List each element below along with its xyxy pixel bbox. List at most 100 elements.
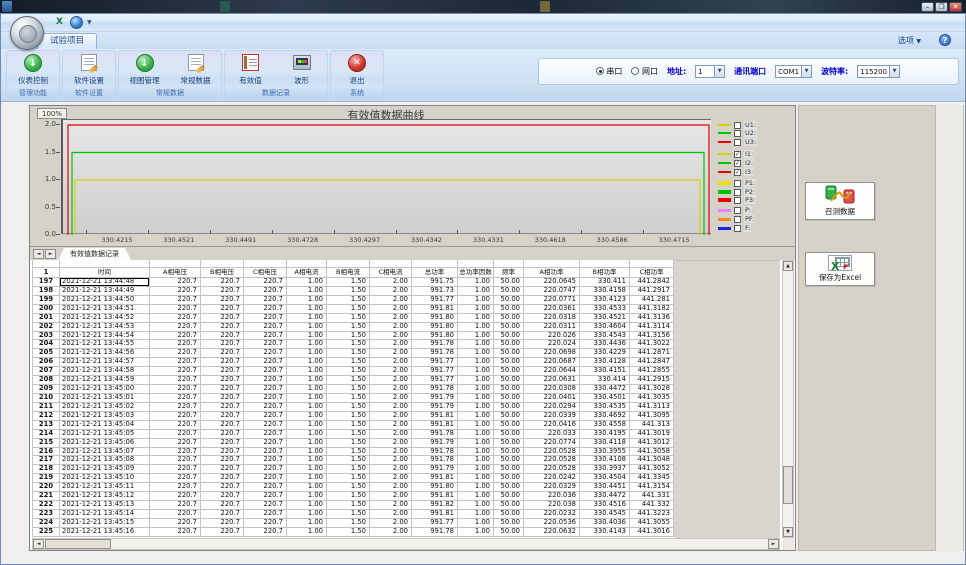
data-cell[interactable]: 2021-12-21 13:45:15 (60, 519, 150, 528)
row-number-cell[interactable]: 204 (32, 340, 60, 349)
data-cell[interactable]: 991.81 (412, 305, 458, 314)
data-cell[interactable]: 1.00 (287, 492, 327, 501)
hscroll-thumb[interactable] (45, 539, 111, 549)
data-cell[interactable]: 220.7 (244, 323, 287, 332)
row-number-cell[interactable]: 217 (32, 456, 60, 465)
data-cell[interactable]: 50.00 (494, 528, 524, 537)
data-cell[interactable]: 220.7 (244, 296, 287, 305)
data-cell[interactable]: 220.7 (201, 501, 244, 510)
data-cell[interactable]: 1.00 (287, 287, 327, 296)
data-cell[interactable]: 220.0747 (524, 287, 580, 296)
row-number-cell[interactable]: 212 (32, 412, 60, 421)
app-quick-icon[interactable] (70, 16, 83, 29)
data-cell[interactable]: 220.026 (524, 332, 580, 341)
row-number-cell[interactable]: 223 (32, 510, 60, 519)
data-cell[interactable]: 991.81 (412, 510, 458, 519)
data-cell[interactable]: 441.3156 (630, 332, 674, 341)
data-cell[interactable]: 441.2855 (630, 367, 674, 376)
data-cell[interactable]: 1.00 (458, 287, 494, 296)
data-cell[interactable]: 2.00 (370, 492, 412, 501)
data-cell[interactable]: 991.77 (412, 358, 458, 367)
data-cell[interactable]: 220.7 (244, 492, 287, 501)
data-cell[interactable]: 991.78 (412, 456, 458, 465)
data-cell[interactable]: 1.50 (327, 510, 370, 519)
data-cell[interactable]: 1.50 (327, 528, 370, 537)
row-number-cell[interactable]: 207 (32, 367, 60, 376)
data-cell[interactable]: 1.00 (458, 439, 494, 448)
data-cell[interactable]: 2.00 (370, 528, 412, 537)
data-cell[interactable]: 330.414 (580, 376, 630, 385)
data-cell[interactable]: 220.7 (244, 465, 287, 474)
data-cell[interactable]: 2.00 (370, 358, 412, 367)
data-cell[interactable]: 1.00 (458, 412, 494, 421)
data-cell[interactable]: 2.00 (370, 421, 412, 430)
data-cell[interactable]: 2021-12-21 13:45:14 (60, 510, 150, 519)
table-row[interactable]: 2012021-12-21 13:44:52220.7220.7220.71.0… (32, 314, 674, 323)
help-icon[interactable]: ? (939, 34, 951, 46)
data-cell[interactable]: 2.00 (370, 394, 412, 403)
data-cell[interactable]: 1.50 (327, 296, 370, 305)
data-cell[interactable]: 1.00 (458, 305, 494, 314)
data-cell[interactable]: 1.00 (458, 465, 494, 474)
data-cell[interactable]: 441.2915 (630, 376, 674, 385)
data-cell[interactable]: 1.00 (458, 394, 494, 403)
data-cell[interactable]: 50.00 (494, 296, 524, 305)
radio-serial-icon[interactable] (596, 67, 604, 75)
data-cell[interactable]: 991.73 (412, 287, 458, 296)
data-cell[interactable]: 441.331 (630, 492, 674, 501)
data-cell[interactable]: 220.7 (244, 358, 287, 367)
data-cell[interactable]: 1.00 (287, 314, 327, 323)
data-cell[interactable]: 330.4195 (580, 430, 630, 439)
data-cell[interactable]: 220.038 (524, 501, 580, 510)
row-number-cell[interactable]: 206 (32, 358, 60, 367)
data-cell[interactable]: 330.4545 (580, 510, 630, 519)
row-number-cell[interactable]: 201 (32, 314, 60, 323)
data-cell[interactable]: 2021-12-21 13:45:11 (60, 483, 150, 492)
data-cell[interactable]: 1.00 (458, 448, 494, 457)
sheet-nav-right-icon[interactable]: ► (45, 249, 56, 259)
data-cell[interactable]: 2021-12-21 13:44:52 (60, 314, 150, 323)
data-cell[interactable]: 441.281 (630, 296, 674, 305)
data-cell[interactable]: 1.00 (287, 323, 327, 332)
data-cell[interactable]: 991.78 (412, 528, 458, 537)
table-row[interactable]: 2182021-12-21 13:45:09220.7220.7220.71.0… (32, 465, 674, 474)
data-cell[interactable]: 441.3012 (630, 439, 674, 448)
data-cell[interactable]: 220.7 (201, 421, 244, 430)
data-cell[interactable]: 330.4036 (580, 519, 630, 528)
data-cell[interactable]: 2021-12-21 13:45:16 (60, 528, 150, 537)
data-cell[interactable]: 991.82 (412, 501, 458, 510)
data-cell[interactable]: 220.7 (201, 314, 244, 323)
data-cell[interactable]: 1.00 (287, 519, 327, 528)
data-cell[interactable]: 220.7 (150, 412, 201, 421)
data-cell[interactable]: 1.00 (287, 483, 327, 492)
table-row[interactable]: 2032021-12-21 13:44:54220.7220.7220.71.0… (32, 332, 674, 341)
data-cell[interactable]: 441.3016 (630, 528, 674, 537)
row-number-cell[interactable]: 199 (32, 296, 60, 305)
data-cell[interactable]: 220.7 (150, 394, 201, 403)
table-row[interactable]: 2192021-12-21 13:45:10220.7220.7220.71.0… (32, 474, 674, 483)
data-cell[interactable]: 220.7 (201, 340, 244, 349)
data-cell[interactable]: 1.50 (327, 403, 370, 412)
data-cell[interactable]: 1.50 (327, 340, 370, 349)
data-cell[interactable]: 1.50 (327, 367, 370, 376)
data-cell[interactable]: 2021-12-21 13:45:04 (60, 421, 150, 430)
data-cell[interactable]: 330.411 (580, 278, 630, 287)
data-cell[interactable]: 991.81 (412, 412, 458, 421)
data-cell[interactable]: 1.00 (287, 528, 327, 537)
data-cell[interactable]: 991.80 (412, 332, 458, 341)
data-cell[interactable]: 991.78 (412, 430, 458, 439)
table-row[interactable]: 2072021-12-21 13:44:58220.7220.7220.71.0… (32, 367, 674, 376)
data-cell[interactable]: 220.036 (524, 492, 580, 501)
data-cell[interactable]: 2.00 (370, 456, 412, 465)
data-cell[interactable]: 220.7 (244, 340, 287, 349)
data-cell[interactable]: 220.7 (150, 332, 201, 341)
data-cell[interactable]: 2021-12-21 13:45:12 (60, 492, 150, 501)
data-cell[interactable]: 1.50 (327, 519, 370, 528)
chevron-down-icon[interactable]: ▼ (801, 66, 811, 77)
column-header-1[interactable]: 时间 (60, 268, 150, 278)
data-cell[interactable]: 2.00 (370, 430, 412, 439)
data-cell[interactable]: 2.00 (370, 332, 412, 341)
data-cell[interactable]: 220.0416 (524, 421, 580, 430)
data-cell[interactable]: 991.77 (412, 519, 458, 528)
data-cell[interactable]: 220.7 (201, 376, 244, 385)
